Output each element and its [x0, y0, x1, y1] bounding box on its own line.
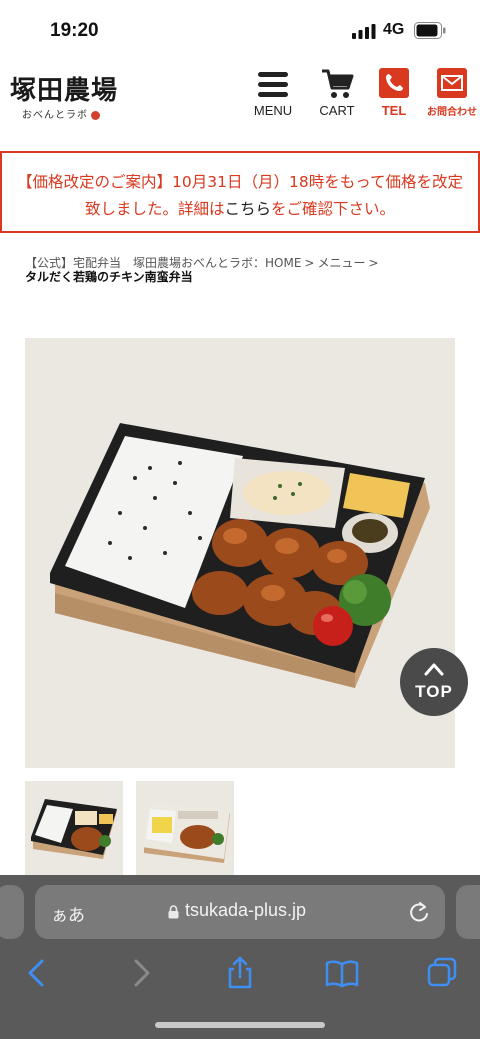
menu-button[interactable]: MENU: [248, 66, 298, 122]
lock-icon: [168, 905, 179, 919]
status-bar: 19:20 4G: [0, 0, 480, 62]
forward-icon[interactable]: [122, 955, 158, 991]
chevron-up-icon: [424, 663, 444, 676]
tel-button[interactable]: TEL: [372, 66, 416, 122]
battery-icon: [414, 22, 446, 39]
scroll-top-label: TOP: [415, 682, 453, 701]
bookmarks-icon[interactable]: [324, 955, 360, 991]
mail-icon: [437, 68, 467, 98]
hamburger-icon: [258, 72, 288, 97]
url-text[interactable]: tsukada-plus.jp: [185, 900, 306, 921]
tabs-icon[interactable]: [424, 955, 460, 991]
breadcrumb: 【公式】宅配弁当 塚田農場おべんとラボ：HOME > メニュー > タルだく若鶏のチキ…: [25, 256, 465, 284]
reload-icon[interactable]: [408, 900, 430, 924]
thumbnail-1[interactable]: [25, 781, 123, 875]
notice-link[interactable]: こちら: [224, 200, 271, 218]
price-notice-banner: 【価格改定のご案内】10月31日（月）18時をもって価格を改定致しました。詳細は…: [0, 151, 480, 233]
share-icon[interactable]: [222, 955, 258, 991]
menu-label: MENU: [253, 103, 293, 118]
breadcrumb-home[interactable]: 【公式】宅配弁当 塚田農場おべんとラボ：HOME: [25, 256, 301, 270]
browser-toolbar: [0, 955, 480, 995]
back-icon[interactable]: [20, 955, 56, 991]
contact-label: お問合わせ: [427, 107, 477, 118]
scroll-top-button[interactable]: TOP: [400, 648, 468, 716]
logo-subtext: おべんとラボ: [22, 106, 100, 121]
notice-text: 【価格改定のご案内】10月31日（月）18時をもって価格を改定致しました。詳細は…: [17, 173, 463, 218]
tel-label: TEL: [381, 103, 407, 118]
browser-chrome: ぁあ tsukada-plus.jp: [0, 875, 480, 1039]
site-header: 塚田農場 おべんとラボ MENU CART TEL お問合わせ: [0, 62, 480, 146]
breadcrumb-current: タルだく若鶏のチキン南蛮弁当: [25, 270, 193, 284]
status-time: 19:20: [50, 20, 99, 41]
page-settings-button[interactable]: ぁあ: [51, 901, 85, 926]
next-tab-edge[interactable]: [456, 885, 480, 939]
product-main-image[interactable]: [25, 338, 455, 768]
thumbnail-2[interactable]: [136, 781, 234, 875]
breadcrumb-menu[interactable]: メニュー: [317, 256, 365, 270]
home-indicator: [155, 1022, 325, 1028]
previous-tab-edge[interactable]: [0, 885, 24, 939]
cart-icon: [322, 69, 354, 98]
network-label: 4G: [383, 21, 405, 38]
phone-icon: [379, 68, 409, 98]
bento-illustration: [50, 423, 430, 688]
signal-icon: [352, 24, 376, 39]
cart-button[interactable]: CART: [312, 66, 362, 122]
contact-button[interactable]: お問合わせ: [424, 66, 480, 122]
address-bar[interactable]: ぁあ tsukada-plus.jp: [35, 885, 445, 939]
cart-label: CART: [319, 103, 355, 118]
logo-text: 塚田農場: [10, 76, 119, 106]
site-logo[interactable]: 塚田農場 おべんとラボ: [8, 70, 128, 121]
